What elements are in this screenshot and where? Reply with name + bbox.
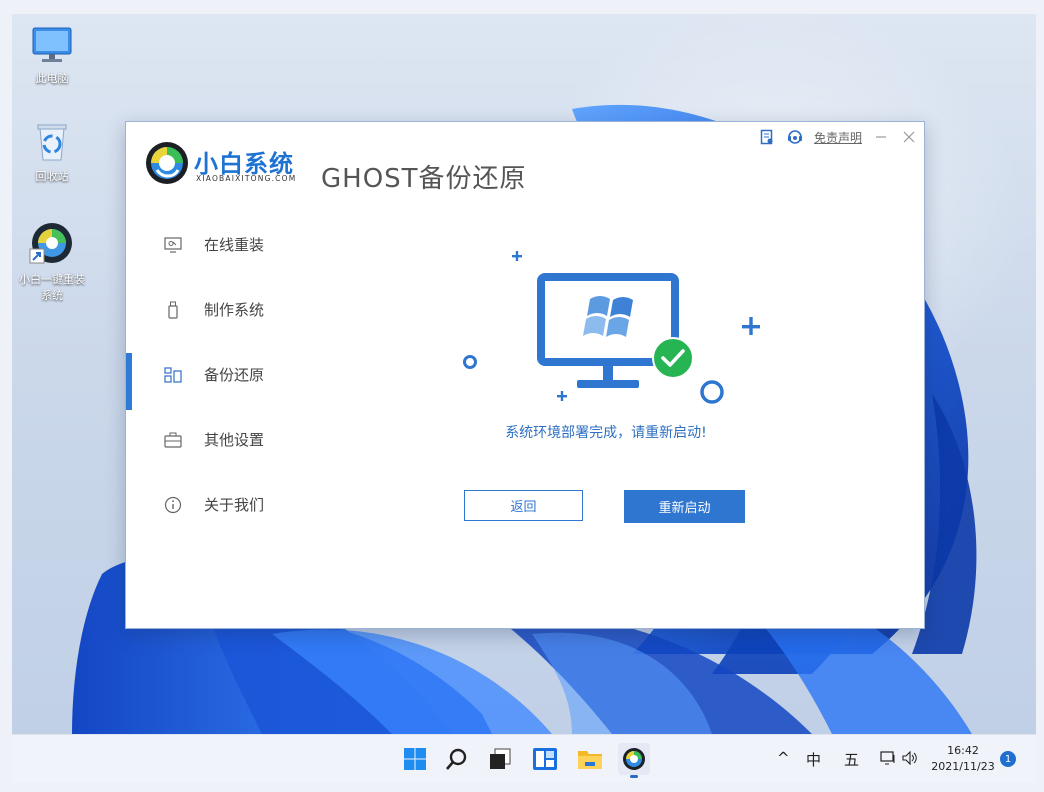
nav-item-about-us[interactable]: 关于我们	[126, 472, 316, 537]
clock-date: 2021/11/23	[931, 760, 995, 773]
nav-item-other-settings[interactable]: 其他设置	[126, 407, 316, 472]
desktop: 此电脑 回收站 小白一键重装 系统 小白系统 XIAOBAIXITONG.COM…	[12, 14, 1036, 782]
nav-item-backup-restore[interactable]: 备份还原	[126, 342, 316, 410]
brand-domain: XIAOBAIXITONG.COM	[196, 174, 297, 183]
tray-overflow-chevron[interactable]: ^	[777, 749, 790, 767]
window-controls: 免责声明	[758, 128, 918, 146]
recycle-bin-icon	[37, 124, 67, 161]
desktop-icon-label-2: 系统	[41, 289, 63, 302]
nav-item-online-reinstall[interactable]: 在线重装	[126, 212, 316, 277]
success-check-icon	[652, 337, 694, 379]
monitor-icon	[164, 236, 182, 254]
nav-label: 其他设置	[204, 431, 265, 449]
ime-mode-indicator[interactable]: 五	[844, 749, 859, 770]
desktop-icon-xiaobai[interactable]: 小白一键重装 系统	[12, 219, 92, 303]
backup-icon	[164, 366, 182, 384]
monitor-icon	[32, 27, 72, 62]
nav-label: 在线重装	[204, 236, 265, 254]
desktop-icon-label: 回收站	[35, 170, 69, 183]
search-icon[interactable]	[441, 743, 473, 775]
windows-logo-icon	[583, 296, 633, 337]
desktop-icon-recycle-bin[interactable]: 回收站	[12, 122, 92, 184]
file-explorer-icon[interactable]	[574, 743, 606, 775]
page-title: GHOST备份还原	[321, 164, 527, 194]
sidebar-nav: 在线重装 制作系统 备份还原 其他设置 关于我们	[126, 212, 316, 537]
desktop-icon-label: 小白一键重装	[19, 273, 85, 286]
customer-service-icon[interactable]	[786, 128, 804, 146]
briefcase-icon	[164, 431, 182, 449]
nav-active-indicator	[126, 353, 132, 410]
desktop-icon-this-pc[interactable]: 此电脑	[12, 26, 92, 86]
nav-item-make-system[interactable]: 制作系统	[126, 277, 316, 342]
volume-icon[interactable]	[902, 750, 918, 769]
status-message: 系统环境部署完成，请重新启动!	[505, 425, 707, 441]
task-view-icon[interactable]	[484, 743, 516, 775]
notification-badge[interactable]: 1	[1000, 751, 1016, 767]
minimize-icon[interactable]	[872, 128, 890, 146]
restart-button[interactable]: 重新启动	[624, 490, 745, 523]
clock[interactable]: 16:42 2021/11/23	[928, 743, 998, 775]
nav-label: 关于我们	[204, 496, 265, 514]
desktop-icon-label: 此电脑	[35, 72, 69, 85]
xiaobai-window: 小白系统 XIAOBAIXITONG.COM GHOST备份还原 免责声明 在线…	[125, 121, 925, 629]
ime-language-indicator[interactable]: 中	[806, 749, 821, 770]
feedback-icon[interactable]	[758, 128, 776, 146]
nav-label: 备份还原	[204, 366, 265, 384]
disclaimer-link[interactable]: 免责声明	[814, 129, 862, 146]
back-button[interactable]: 返回	[464, 490, 583, 521]
xiaobai-logo-icon	[144, 140, 190, 190]
network-icon[interactable]	[880, 751, 896, 769]
widgets-icon[interactable]	[529, 743, 561, 775]
usb-icon	[164, 301, 182, 319]
close-icon[interactable]	[900, 128, 918, 146]
windows-start-icon[interactable]	[399, 743, 431, 775]
xiaobai-app-icon	[29, 223, 72, 264]
taskbar: ^ 中 五 16:42 2021/11/23 1	[12, 734, 1036, 782]
xiaobai-app-icon[interactable]	[618, 743, 650, 778]
info-icon	[164, 496, 182, 514]
clock-time: 16:42	[947, 744, 979, 757]
deploy-complete-illustration	[463, 251, 760, 404]
nav-label: 制作系统	[204, 301, 265, 319]
